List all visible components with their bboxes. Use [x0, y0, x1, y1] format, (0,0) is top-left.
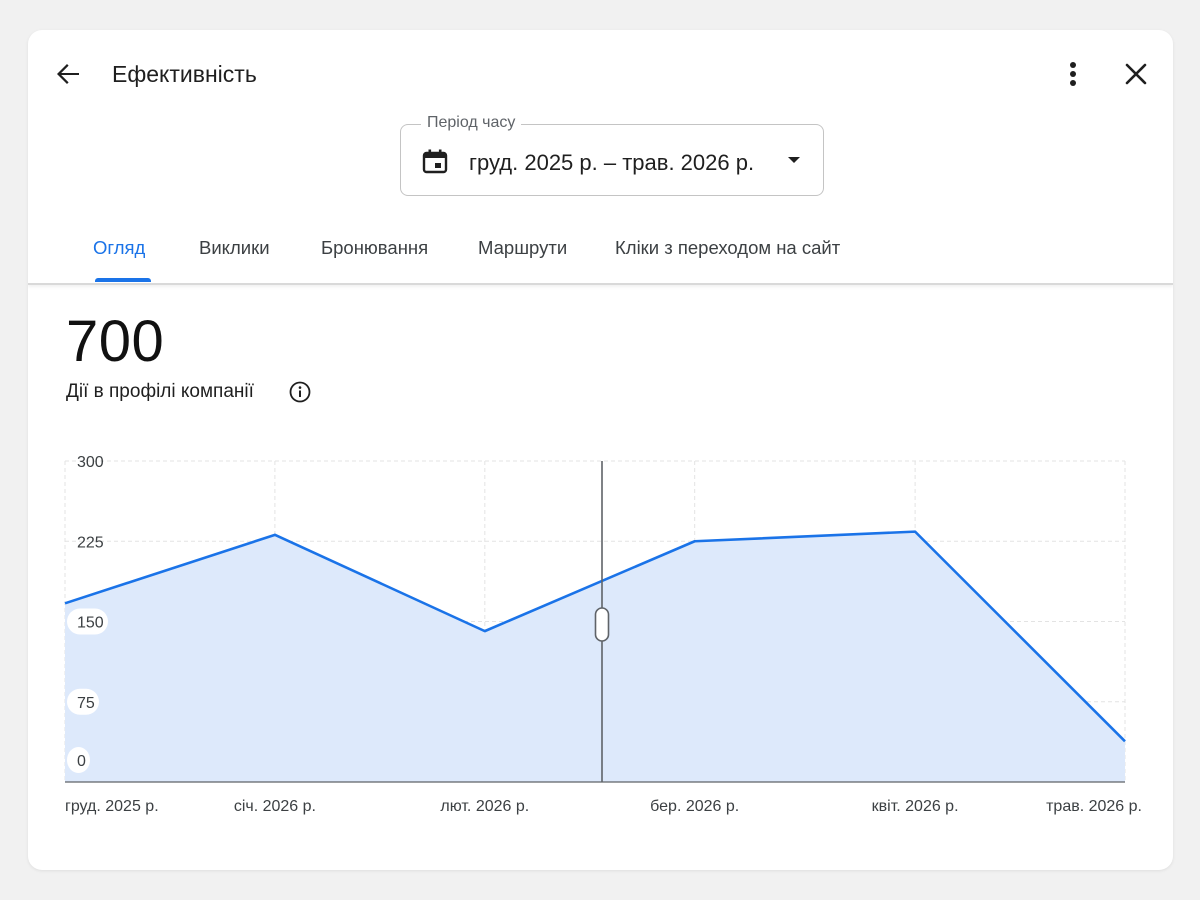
data-point [1122, 738, 1128, 744]
x-tick-label: трав. 2026 р. [1046, 798, 1142, 815]
y-tick-label: 150 [77, 615, 104, 632]
performance-card: Ефективність Період часу груд. 2025 р. –… [28, 30, 1173, 870]
x-tick-label: квіт. 2026 р. [872, 798, 959, 815]
x-tick-label: груд. 2025 р. [65, 798, 159, 815]
data-point [912, 529, 918, 535]
series-area [65, 531, 1125, 782]
data-point [692, 538, 698, 544]
y-tick-label: 0 [77, 753, 86, 770]
y-tick-label: 225 [77, 534, 104, 551]
data-point [272, 532, 278, 538]
x-tick-label: січ. 2026 р. [234, 798, 316, 815]
x-tick-label: бер. 2026 р. [650, 798, 739, 815]
actions-chart: 300 225 150 75 0 груд. 2025 р. січ. 2026 р. лют… [62, 454, 1142, 815]
data-point [62, 600, 68, 606]
x-tick-label: лют. 2026 р. [440, 798, 529, 815]
data-point [482, 628, 488, 634]
y-tick-label: 300 [77, 454, 104, 471]
y-tick-label: 75 [77, 695, 95, 712]
scrubber-handle[interactable] [594, 607, 610, 642]
